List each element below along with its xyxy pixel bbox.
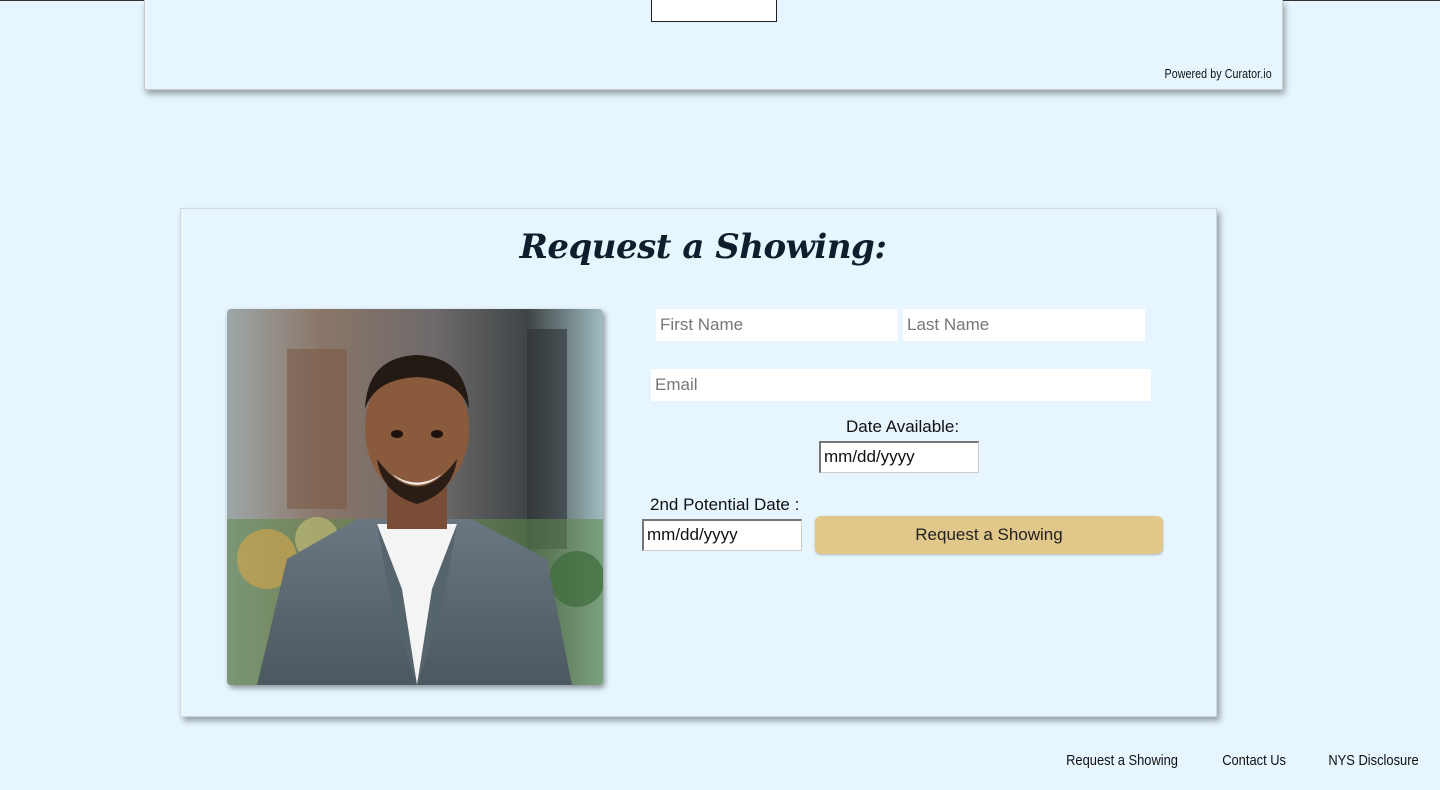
- footer-link-nys-disclosure[interactable]: NYS Disclosure: [1328, 752, 1418, 769]
- footer-nav: Request a Showing Contact Us NYS Disclos…: [1057, 752, 1426, 769]
- powered-by-curator-link[interactable]: Powered by Curator.io: [1165, 66, 1272, 81]
- second-date-input[interactable]: mm/dd/yyyy: [642, 519, 802, 551]
- first-name-input[interactable]: [656, 309, 898, 341]
- date-available-label: Date Available:: [846, 417, 960, 436]
- footer-link-contact-us[interactable]: Contact Us: [1222, 752, 1286, 769]
- second-date-label: 2nd Potential Date :: [650, 495, 800, 514]
- last-name-input[interactable]: [903, 309, 1145, 341]
- email-input[interactable]: [651, 369, 1151, 401]
- date-available-input[interactable]: mm/dd/yyyy: [819, 441, 979, 473]
- request-showing-button[interactable]: Request a Showing: [815, 516, 1163, 554]
- social-feed-widget: Powered by Curator.io: [144, 0, 1283, 90]
- footer-link-request-showing[interactable]: Request a Showing: [1066, 752, 1178, 769]
- form-heading: Request a Showing:: [519, 227, 887, 267]
- feed-load-more-button[interactable]: [651, 0, 777, 22]
- request-showing-card: Request a Showing: First Name Last Name …: [180, 208, 1217, 717]
- agent-photo: [227, 309, 603, 685]
